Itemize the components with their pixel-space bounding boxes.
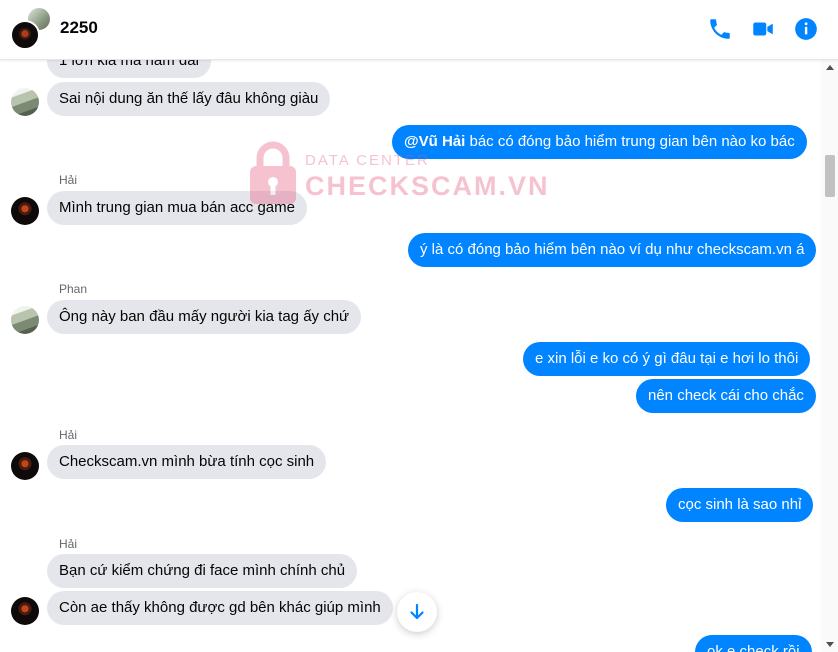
message-bubble[interactable]: nên check cái cho chắc — [636, 379, 816, 413]
message-bubble[interactable]: @Vũ Hải bác có đóng bảo hiểm trung gian … — [392, 125, 807, 159]
message-bubble[interactable]: Sai nội dung ăn thế lấy đâu không giàu — [47, 82, 331, 116]
scroll-up-arrow[interactable] — [826, 65, 834, 70]
conversation-title[interactable]: 2250 — [60, 18, 98, 38]
jump-to-latest-button[interactable] — [397, 592, 437, 632]
video-icon[interactable] — [750, 16, 776, 42]
sender-name: Hải — [59, 173, 78, 187]
message-bubble[interactable]: Ông này ban đầu mấy người kia tag ấy chứ — [47, 300, 362, 334]
avatar[interactable] — [11, 597, 39, 625]
sender-name: Hải — [59, 537, 78, 551]
arrow-down-icon — [410, 603, 424, 620]
message-bubble[interactable]: 1 lớn kia mà nằm dài — [47, 60, 211, 78]
scrollbar-thumb[interactable] — [825, 155, 835, 197]
avatar[interactable] — [11, 306, 39, 334]
avatar — [10, 20, 40, 50]
message-bubble[interactable]: e xin lỗi e ko có ý gì đâu tại e hơi lo … — [523, 342, 811, 376]
avatar[interactable] — [11, 88, 39, 116]
group-avatar[interactable] — [10, 6, 54, 50]
avatar[interactable] — [11, 452, 39, 480]
message-list[interactable]: 1 lớn kia mà nằm dài Sai nội dung ăn thế… — [0, 60, 838, 652]
sender-name: Hải — [59, 428, 78, 442]
avatar[interactable] — [11, 197, 39, 225]
message-bubble[interactable]: ok e check rồi — [695, 635, 812, 652]
scroll-down-arrow[interactable] — [826, 642, 834, 647]
phone-icon[interactable] — [707, 16, 733, 42]
message-bubble[interactable]: ý là có đóng bảo hiểm bên nào ví dụ như … — [408, 233, 817, 267]
message-bubble[interactable]: cọc sinh là sao nhỉ — [666, 488, 814, 522]
info-icon[interactable] — [793, 16, 819, 42]
sender-name: Phan — [59, 282, 88, 296]
scrollbar[interactable] — [821, 60, 838, 652]
mention[interactable]: @Vũ Hải — [404, 133, 465, 150]
message-bubble[interactable]: Còn ae thấy không được gd bên khác giúp … — [47, 591, 393, 625]
message-bubble[interactable]: Checkscam.vn mình bừa tính cọc sinh — [47, 445, 327, 479]
message-bubble[interactable]: Bạn cứ kiểm chứng đi face mình chính chủ — [47, 554, 358, 588]
chat-header: 2250 — [0, 0, 838, 60]
message-bubble[interactable]: Mình trung gian mua bán acc game — [47, 191, 307, 225]
